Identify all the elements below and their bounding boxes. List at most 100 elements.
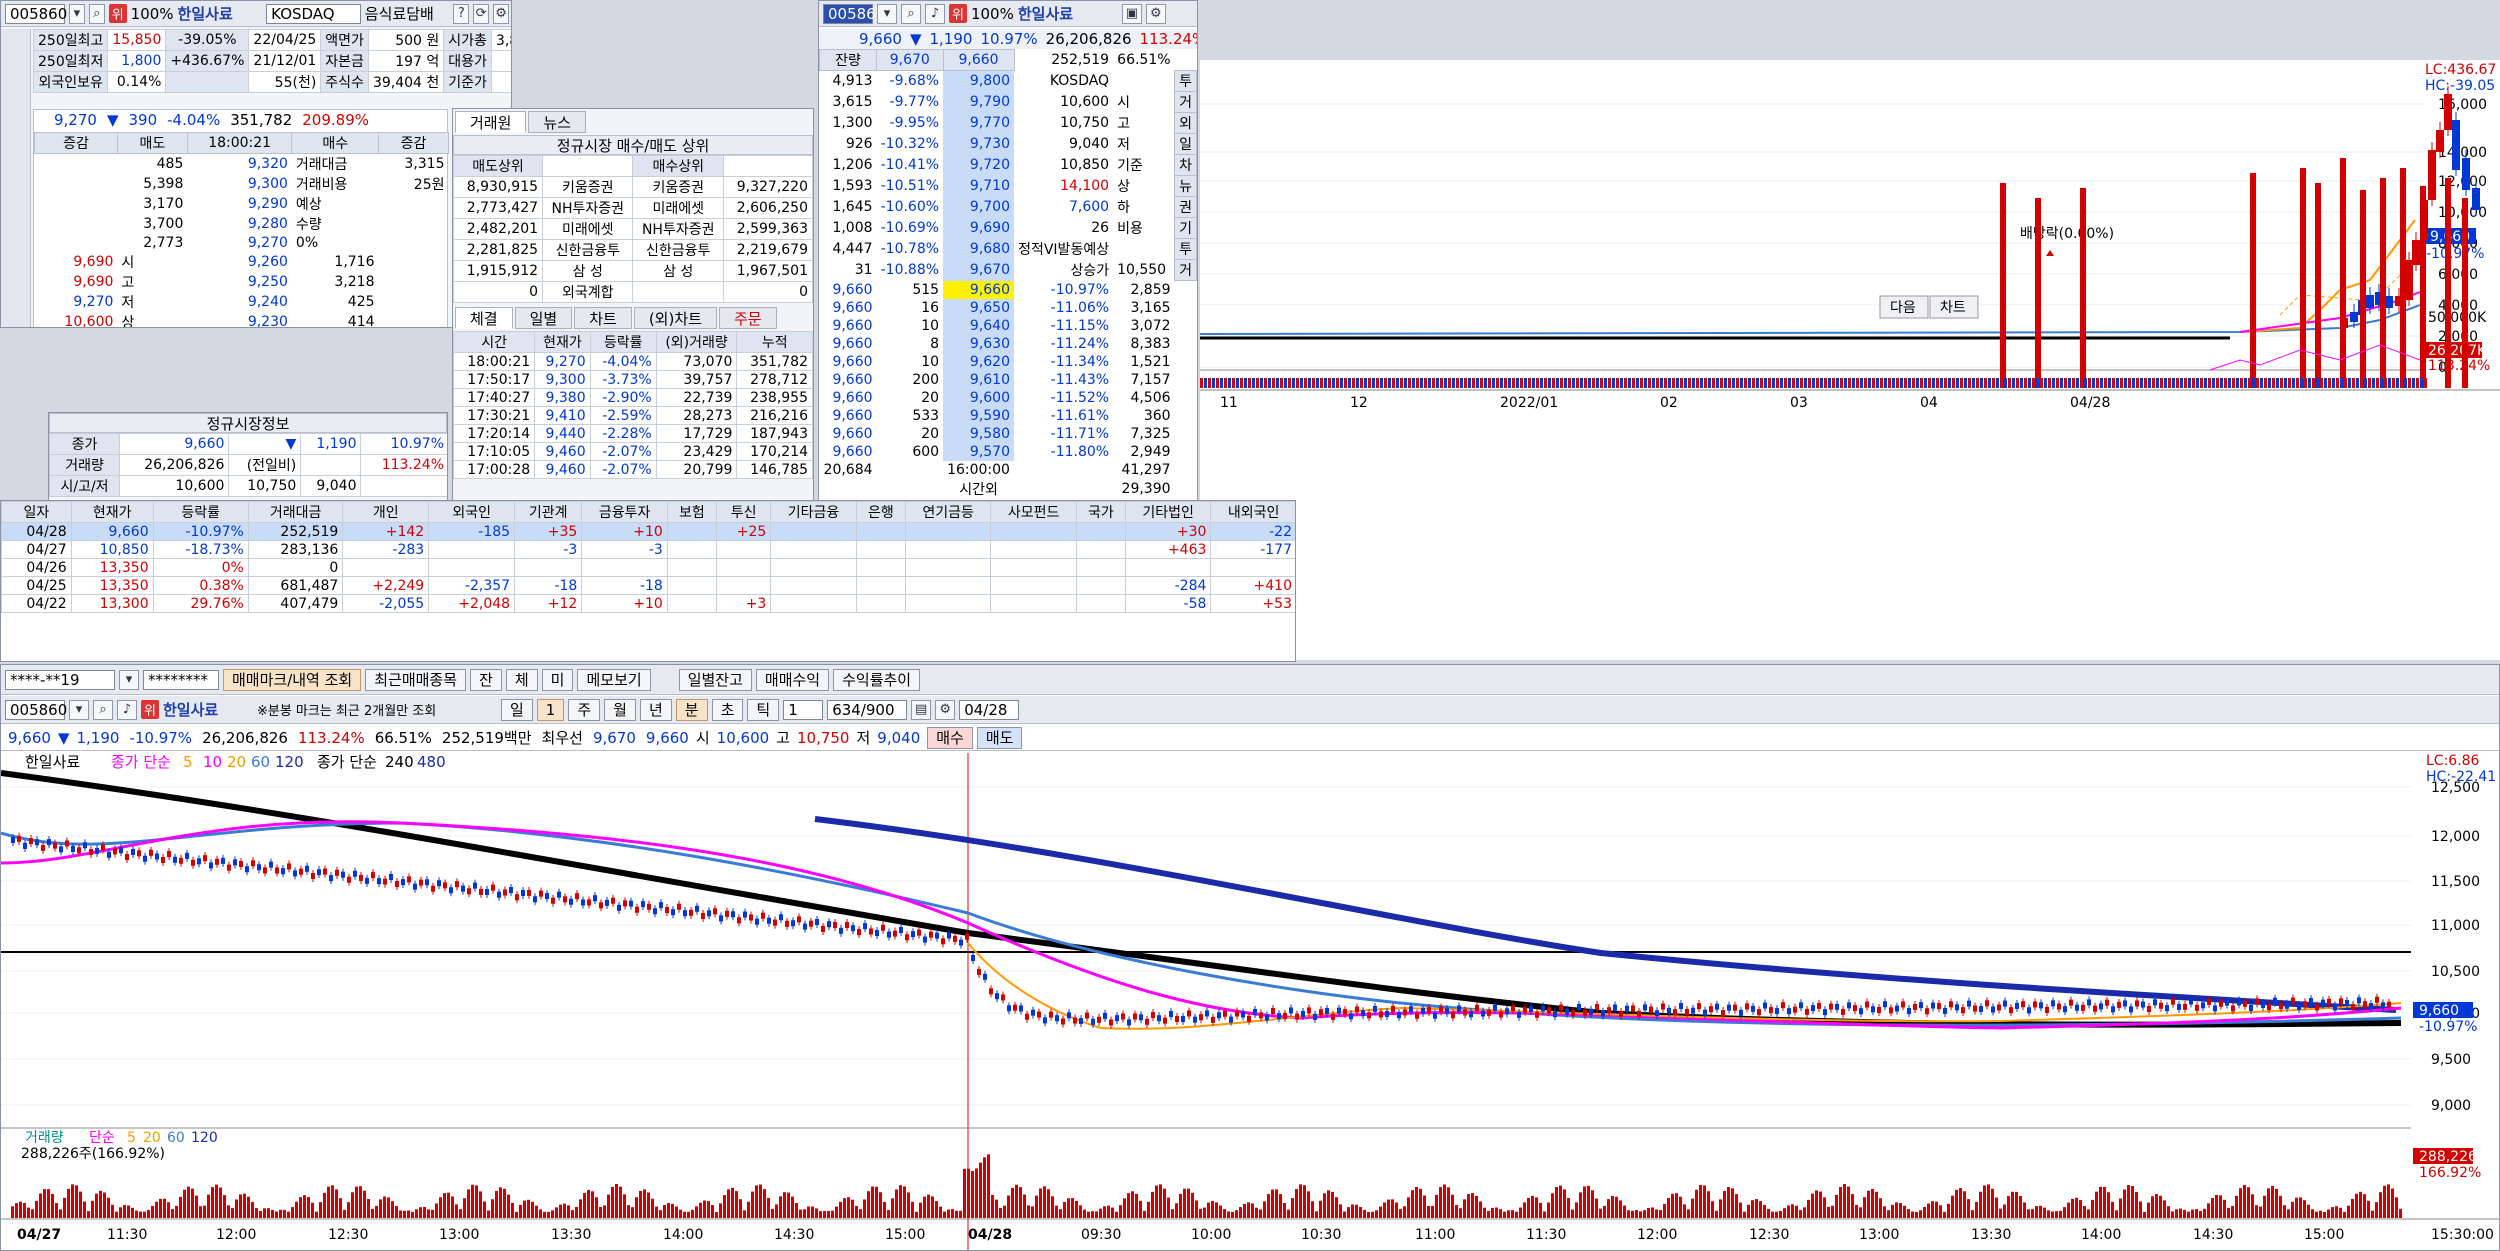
period-day[interactable]: 일 <box>500 698 533 721</box>
lock-icon[interactable]: ▣ <box>1121 3 1142 24</box>
table-cell <box>990 540 1077 559</box>
table-cell: 신한금융투 <box>632 239 724 261</box>
period-month[interactable]: 월 <box>604 698 636 721</box>
volume-bar <box>87 1211 90 1218</box>
volume-bar <box>1803 1207 1806 1218</box>
table-cell: -10.60% <box>880 199 940 215</box>
candle-body <box>1901 1001 1905 1008</box>
period-minute[interactable]: 분 <box>675 698 708 721</box>
candle-body <box>515 894 519 901</box>
tab-trade-0[interactable]: 체결 <box>455 307 513 329</box>
table-cell: 9,580 <box>943 424 1014 443</box>
period-num[interactable]: 1 <box>536 698 565 721</box>
volume-bar <box>923 1196 926 1218</box>
tab-trade-3[interactable]: (외)차트 <box>633 307 717 329</box>
date-input[interactable]: 04/28 <box>959 699 1020 720</box>
candle-body <box>1595 1004 1599 1011</box>
daily-candle-chart[interactable]: 16,00014,00012,00010,0008,0006,0004,0002… <box>1200 60 2500 660</box>
volume-bar <box>1875 1191 1878 1218</box>
period-second[interactable]: 초 <box>711 698 744 721</box>
period-year[interactable]: 년 <box>639 698 672 721</box>
volume-bar <box>1888 378 1891 388</box>
volume-bar <box>2295 1197 2298 1218</box>
tab-broker[interactable]: 거래원 <box>455 111 527 133</box>
volume-bar <box>1159 1184 1162 1218</box>
settings-icon[interactable]: ⚙ <box>935 699 956 720</box>
candle-body <box>41 844 45 851</box>
table-cell: 상 <box>1117 179 1130 195</box>
search-icon[interactable]: ⌕ <box>88 3 105 24</box>
candle-body <box>317 869 321 876</box>
volume-bar <box>2168 378 2171 388</box>
table-cell: 0 <box>490 50 511 72</box>
tab-trade-2[interactable]: 차트 <box>574 307 632 329</box>
table-cell <box>35 194 118 214</box>
broker-tabs: 거래원 뉴스 <box>453 109 813 135</box>
memo-button[interactable]: 메모보기 <box>577 668 651 691</box>
tab-trade-1[interactable]: 일별 <box>514 307 573 329</box>
volume-bar <box>239 1194 242 1218</box>
candle-body <box>1637 1010 1641 1017</box>
stock-code-input[interactable]: 005860 <box>5 3 67 24</box>
volume-bar <box>1907 1209 1910 1218</box>
count-input[interactable]: 634/900 <box>827 699 908 720</box>
table-cell <box>1175 461 1197 479</box>
hoga-code-input[interactable]: 005860 <box>823 3 885 24</box>
password-input[interactable]: ******** <box>143 669 219 690</box>
unfilled-tab[interactable]: 미 <box>541 668 574 691</box>
tick-input[interactable]: 1 <box>783 699 824 720</box>
candle-body <box>341 871 345 878</box>
volume-bar <box>755 1185 758 1218</box>
trade-profit-button[interactable]: 매매수익 <box>755 668 830 691</box>
refresh-icon[interactable]: ⟳ <box>473 3 490 24</box>
volume-bar <box>623 1194 626 1218</box>
volume-bar <box>1444 378 1447 388</box>
volume-bar <box>1788 378 1791 388</box>
speaker-icon[interactable]: ♪ <box>925 3 945 24</box>
speaker-icon[interactable]: ♪ <box>117 699 137 720</box>
period-tick[interactable]: 틱 <box>747 698 780 721</box>
save-icon[interactable]: ▤ <box>911 699 932 720</box>
account-input[interactable]: ****-**19 <box>5 669 115 690</box>
volume-bar <box>2135 1192 2138 1218</box>
dropdown-icon[interactable]: ▾ <box>69 699 89 720</box>
table-cell <box>1175 353 1197 371</box>
volume-bar <box>1860 378 1863 388</box>
volume-bar <box>339 1198 342 1218</box>
volume-bar <box>103 1192 106 1218</box>
sell-button[interactable]: 매도 <box>976 726 1023 749</box>
daily-balance-button[interactable]: 일별잔고 <box>678 668 752 691</box>
candle-body <box>383 878 387 885</box>
volume-bar <box>1267 1194 1270 1218</box>
table-cell: 시/고/저 <box>49 475 121 497</box>
buy-button[interactable]: 매수 <box>927 726 973 749</box>
candle-body <box>1481 1010 1485 1017</box>
recent-trade-button[interactable]: 최근매매종목 <box>365 668 467 691</box>
tab-trade-4[interactable]: 주문 <box>718 307 777 329</box>
search-icon[interactable]: ⌕ <box>93 699 113 720</box>
dropdown-icon[interactable]: ▾ <box>119 669 139 690</box>
trade-mark-button[interactable]: 매매마크/내역 조회 <box>223 668 362 691</box>
settings-icon[interactable]: ⚙ <box>493 3 509 24</box>
table-cell: 9,660 <box>832 407 873 424</box>
help-icon[interactable]: ? <box>453 3 470 24</box>
candle-body <box>497 891 501 898</box>
volume-bar <box>2099 1186 2102 1218</box>
lower-code-input[interactable]: 005860 <box>5 699 67 720</box>
balance-tab[interactable]: 잔 <box>470 668 502 691</box>
settings-icon[interactable]: ⚙ <box>1145 3 1166 24</box>
dropdown-icon[interactable]: ▾ <box>877 3 897 24</box>
tab-news[interactable]: 뉴스 <box>528 111 587 133</box>
candle-body <box>2237 999 2241 1006</box>
return-trend-button[interactable]: 수익률추이 <box>833 668 921 691</box>
volume-bar <box>2324 378 2327 388</box>
candle-body <box>539 890 543 897</box>
table-cell <box>1175 407 1197 425</box>
filled-tab[interactable]: 체 <box>505 668 538 691</box>
table-cell: 9,660 <box>832 425 873 442</box>
dropdown-icon[interactable]: ▾ <box>69 3 85 24</box>
minute-candle-chart[interactable]: 한일사료 종가 단순 5 10 20 60 120 종가 단순 240 48012,50012,0… <box>1 753 2500 1251</box>
search-icon[interactable]: ⌕ <box>901 3 921 24</box>
period-week[interactable]: 주 <box>568 698 601 721</box>
quote-volume: 351,782 <box>230 111 293 129</box>
